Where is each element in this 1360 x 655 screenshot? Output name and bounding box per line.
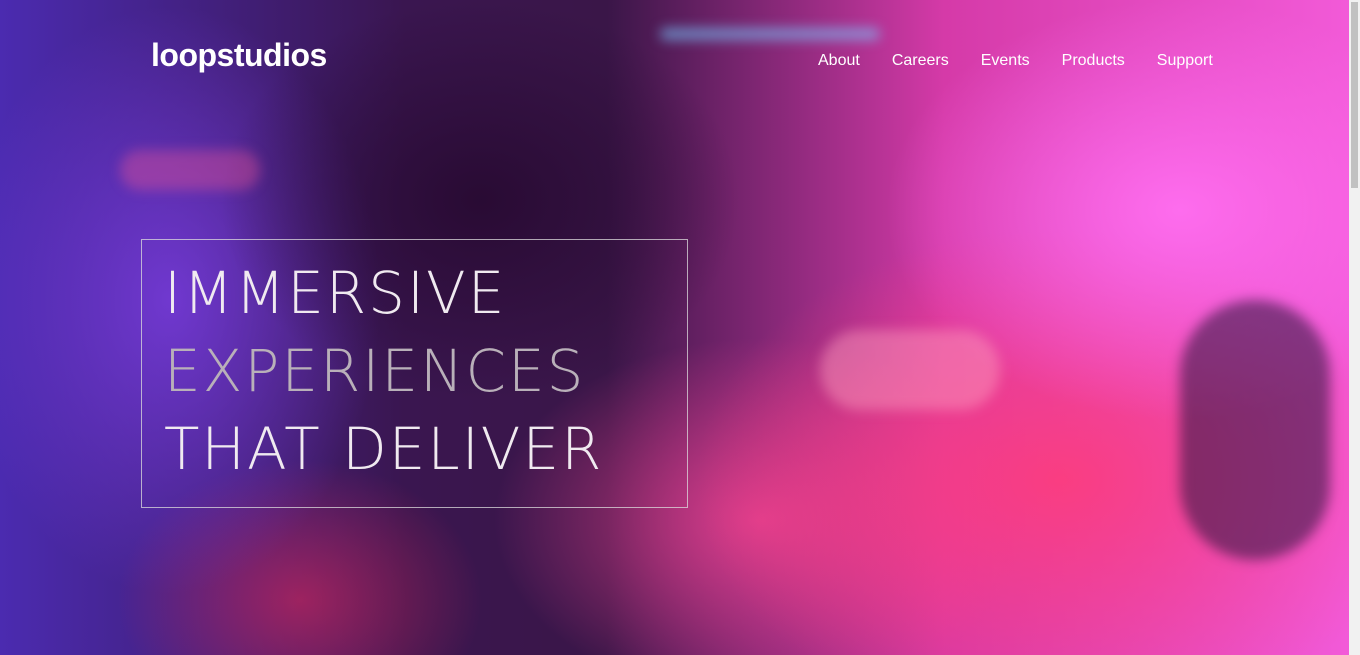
decor-glow-3 bbox=[1180, 300, 1330, 560]
hero-background: loopstudios About Careers Events Product… bbox=[0, 0, 1349, 655]
nav-link-careers[interactable]: Careers bbox=[892, 51, 949, 71]
nav-link-products[interactable]: Products bbox=[1062, 51, 1125, 71]
page-scrollbar[interactable] bbox=[1349, 0, 1360, 655]
headline-line-2: EXPERIENCES bbox=[164, 337, 586, 405]
headline-line-1: IMMERSIVE bbox=[164, 259, 507, 327]
scrollbar-thumb[interactable] bbox=[1351, 2, 1358, 188]
decor-glow-1 bbox=[660, 28, 880, 40]
decor-glow-4 bbox=[120, 150, 260, 190]
main-nav: About Careers Events Products Support bbox=[818, 51, 1245, 71]
site-logo[interactable]: loopstudios bbox=[151, 37, 327, 74]
nav-link-support[interactable]: Support bbox=[1157, 51, 1213, 71]
nav-link-about[interactable]: About bbox=[818, 51, 860, 71]
decor-glow-2 bbox=[820, 330, 1000, 410]
nav-link-events[interactable]: Events bbox=[981, 51, 1030, 71]
hero-headline-box: IMMERSIVE EXPERIENCES THAT DELIVER bbox=[141, 239, 688, 508]
headline-line-3: THAT DELIVER bbox=[164, 415, 604, 483]
